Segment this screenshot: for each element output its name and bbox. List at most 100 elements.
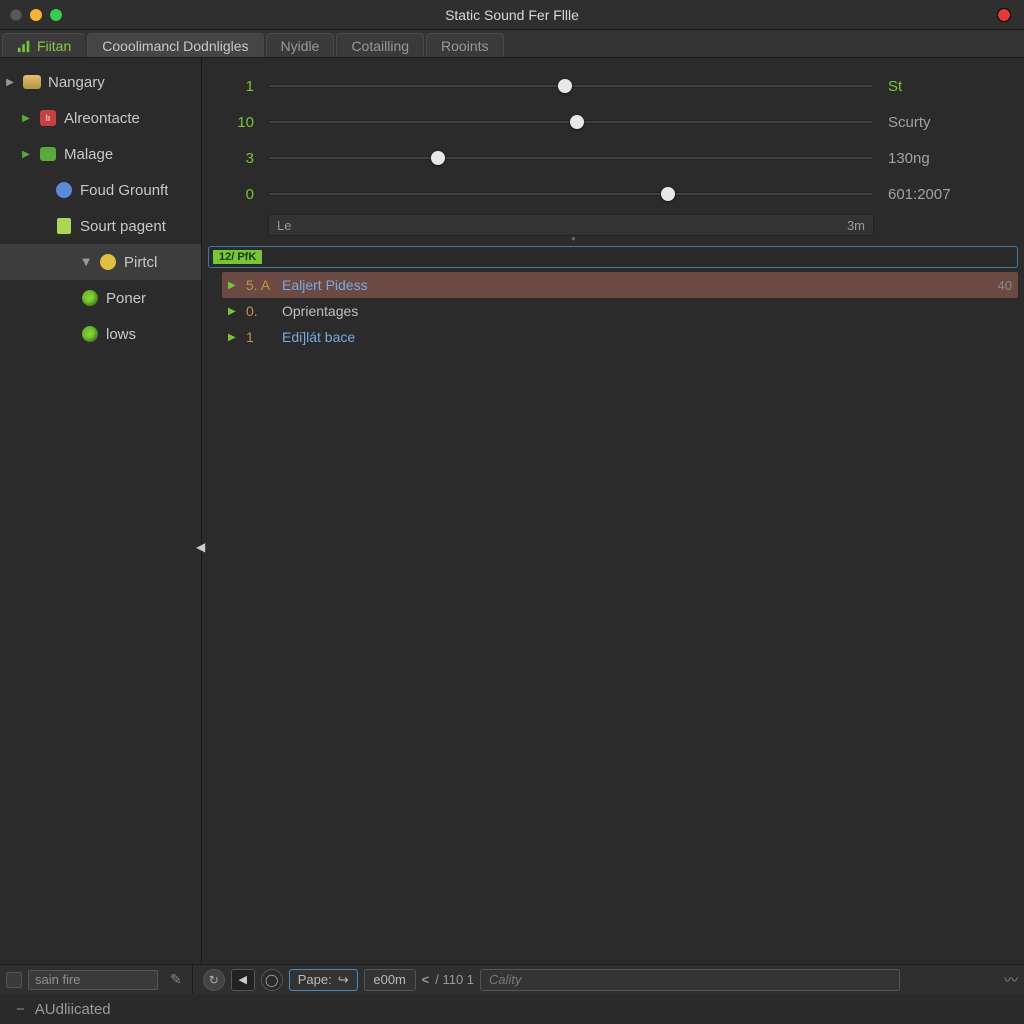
- slider-thumb-icon[interactable]: [661, 187, 675, 201]
- close-window-button[interactable]: [10, 9, 22, 21]
- tab-label: Cotailling: [351, 38, 409, 54]
- result-number: 1: [246, 329, 274, 345]
- search-count-badge: 12/ PfK: [213, 250, 262, 264]
- filter-placeholder: Cality: [489, 972, 522, 987]
- tree-item-nangary[interactable]: ▶ Nangary: [0, 64, 201, 100]
- tab-label: Nyidle: [281, 38, 320, 54]
- slider-row-3: 0 601:2007: [218, 176, 1008, 212]
- status-bar: − AUdliicated: [0, 994, 1024, 1024]
- page-nav: < / 110 1: [422, 972, 474, 987]
- slider-value: 0: [218, 186, 254, 203]
- refresh-button[interactable]: ↻: [203, 969, 225, 991]
- tab-label: Fiitan: [37, 38, 71, 54]
- sidebar: ▶ Nangary ▶ lı Alreontacte ▶ Malage Foud…: [0, 58, 202, 964]
- record-button[interactable]: ◯: [261, 969, 283, 991]
- tree-label: Nangary: [48, 74, 105, 91]
- result-number: 0.: [246, 303, 274, 319]
- tab-label: Rooints: [441, 38, 488, 54]
- tree-item-foud[interactable]: Foud Grounft: [0, 172, 201, 208]
- slider-row-2: 3 130ng: [218, 140, 1008, 176]
- more-icon[interactable]: 〰: [1004, 970, 1018, 990]
- zoom-window-button[interactable]: [50, 9, 62, 21]
- orb-icon: [80, 288, 100, 308]
- globe-icon: [54, 180, 74, 200]
- expand-arrow-icon[interactable]: ▶: [20, 149, 32, 160]
- collapse-arrow-icon[interactable]: ▶: [81, 256, 92, 268]
- window-controls: [10, 9, 62, 21]
- tree-label: Malage: [64, 146, 113, 163]
- ruler-tick-icon: ●: [571, 234, 576, 243]
- tree-item-lows[interactable]: lows: [0, 316, 201, 352]
- search-bar[interactable]: 12/ PfK: [208, 246, 1018, 268]
- slider-0[interactable]: [268, 84, 874, 88]
- bottom-toolbar: ✎ ↻ ◀ ◯ Pape: ↪ < / 110 1 Cality 〰: [0, 964, 1024, 994]
- status-text: AUdliicated: [35, 1001, 111, 1018]
- orb-icon: [80, 324, 100, 344]
- slider-thumb-icon[interactable]: [431, 151, 445, 165]
- slider-3[interactable]: [268, 192, 874, 196]
- slider-row-0: 1 St: [218, 68, 1008, 104]
- slider-thumb-icon[interactable]: [570, 115, 584, 129]
- result-text: Ealjert Pidess: [282, 277, 368, 293]
- result-row-0[interactable]: ▶ 5. A Ealjert Pidess 40: [222, 272, 1018, 298]
- chevron-left-icon[interactable]: <: [422, 972, 430, 987]
- slider-label: 601:2007: [888, 186, 1008, 203]
- ruler-left-label: Le: [277, 218, 291, 233]
- tree-label: Pirtcl: [124, 254, 157, 271]
- tab-cotailling[interactable]: Cotailling: [336, 33, 424, 57]
- color-swatch[interactable]: [6, 972, 22, 988]
- tab-coolimancl[interactable]: Cooolimancl Dodnligles: [87, 33, 263, 57]
- expand-arrow-icon[interactable]: ▶: [20, 113, 32, 124]
- prev-button[interactable]: ◀: [231, 969, 255, 991]
- play-arrow-icon: ▶: [228, 332, 238, 343]
- timeline-ruler[interactable]: Le ● 3m: [218, 214, 1008, 236]
- slider-2[interactable]: [268, 156, 874, 160]
- tree-item-poner[interactable]: Poner: [0, 280, 201, 316]
- collapse-sidebar-icon[interactable]: ◀: [196, 540, 205, 554]
- separator: [192, 965, 193, 994]
- result-text: Edi]lát bace: [282, 329, 355, 345]
- slider-thumb-icon[interactable]: [558, 79, 572, 93]
- slider-row-1: 10 Scurty: [218, 104, 1008, 140]
- note-icon: [54, 216, 74, 236]
- name-input[interactable]: [28, 970, 158, 990]
- slider-value: 3: [218, 150, 254, 167]
- titlebar: Static Sound Fer Fllle: [0, 0, 1024, 30]
- slider-1[interactable]: [268, 120, 874, 124]
- result-row-1[interactable]: ▶ 0. Oprientages: [222, 298, 1018, 324]
- recording-indicator-icon: [998, 9, 1010, 21]
- tree-item-malage[interactable]: ▶ Malage: [0, 136, 201, 172]
- collapse-icon[interactable]: −: [16, 1001, 25, 1018]
- tree-item-sourt[interactable]: Sourt pagent: [0, 208, 201, 244]
- coin-icon: [98, 252, 118, 272]
- tree-label: lows: [106, 326, 136, 343]
- tree-item-pirtcl[interactable]: ✕ ▶ Pirtcl: [0, 244, 201, 280]
- tab-fiitan[interactable]: Fiitan: [2, 33, 85, 57]
- tab-rooints[interactable]: Rooints: [426, 33, 503, 57]
- tree-label: Foud Grounft: [80, 182, 168, 199]
- tab-bar: Fiitan Cooolimancl Dodnligles Nyidle Cot…: [0, 30, 1024, 58]
- window-title: Static Sound Fer Fllle: [0, 7, 1024, 23]
- tree-label: Sourt pagent: [80, 218, 166, 235]
- page-selector[interactable]: Pape: ↪: [289, 969, 358, 991]
- slider-panel: 1 St 10 Scurty 3 130ng: [202, 58, 1024, 240]
- result-row-2[interactable]: ▶ 1 Edi]lát bace: [222, 324, 1018, 350]
- tree-item-alreontacte[interactable]: ▶ lı Alreontacte: [0, 100, 201, 136]
- slider-value: 10: [218, 114, 254, 131]
- main-content: 1 St 10 Scurty 3 130ng: [202, 58, 1024, 964]
- play-arrow-icon: ▶: [228, 280, 238, 291]
- slider-label: St: [888, 78, 1008, 95]
- zoom-input[interactable]: [364, 969, 416, 991]
- result-list: ▶ 5. A Ealjert Pidess 40 ▶ 0. Oprientage…: [222, 272, 1018, 350]
- chart-icon: [17, 39, 31, 53]
- slider-value: 1: [218, 78, 254, 95]
- play-arrow-icon: ▶: [228, 306, 238, 317]
- expand-arrow-icon[interactable]: ▶: [4, 77, 16, 88]
- edit-icon[interactable]: ✎: [170, 971, 182, 988]
- stats-icon: lı: [38, 108, 58, 128]
- minimize-window-button[interactable]: [30, 9, 42, 21]
- filter-input[interactable]: Cality: [480, 969, 900, 991]
- slider-label: 130ng: [888, 150, 1008, 167]
- result-end-value: 40: [998, 278, 1012, 293]
- tab-nyidle[interactable]: Nyidle: [266, 33, 335, 57]
